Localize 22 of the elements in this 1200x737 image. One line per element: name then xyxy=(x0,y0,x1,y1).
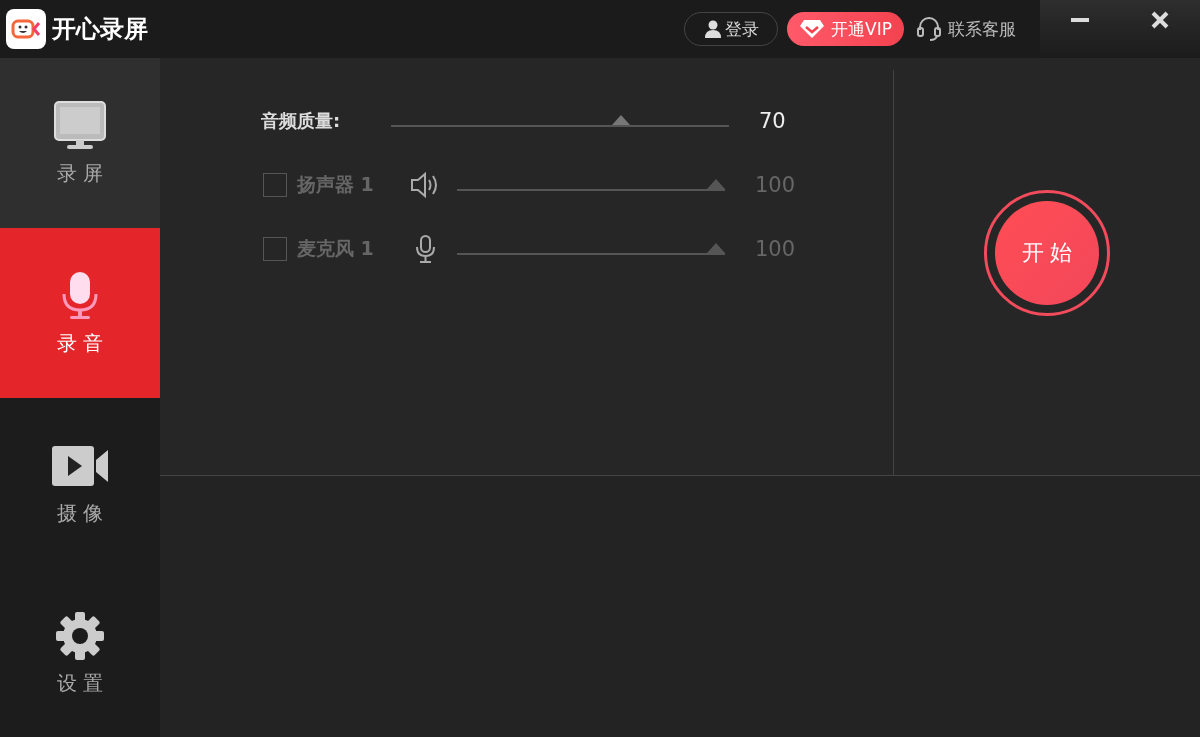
volume-value: 100 xyxy=(755,173,796,197)
user-icon xyxy=(705,20,722,38)
slider[interactable] xyxy=(391,115,729,127)
device-label: 扬声器 1 xyxy=(297,172,375,197)
quality-value: 70 xyxy=(759,109,786,133)
minimize-icon xyxy=(1071,18,1089,22)
volume-value: 100 xyxy=(755,237,796,261)
sidebar-item[interactable]: 录 屏 xyxy=(0,58,160,228)
slider-thumb[interactable] xyxy=(611,115,630,125)
close-icon xyxy=(1150,10,1170,30)
login-button[interactable]: 登录 xyxy=(684,12,779,46)
device-label: 麦克风 1 xyxy=(297,236,375,261)
headset-icon[interactable] xyxy=(916,16,942,42)
app-logo-icon xyxy=(6,9,46,49)
diamond-icon xyxy=(799,19,826,39)
monitor-icon xyxy=(52,99,108,152)
sidebar-item[interactable]: 录 音 xyxy=(0,228,160,398)
quality-label: 音频质量: xyxy=(261,109,342,133)
app-title: 开心录屏 xyxy=(52,14,149,45)
slider[interactable] xyxy=(457,179,725,191)
support-link[interactable]: 联系客服 xyxy=(948,17,1016,41)
slider[interactable] xyxy=(457,243,725,255)
